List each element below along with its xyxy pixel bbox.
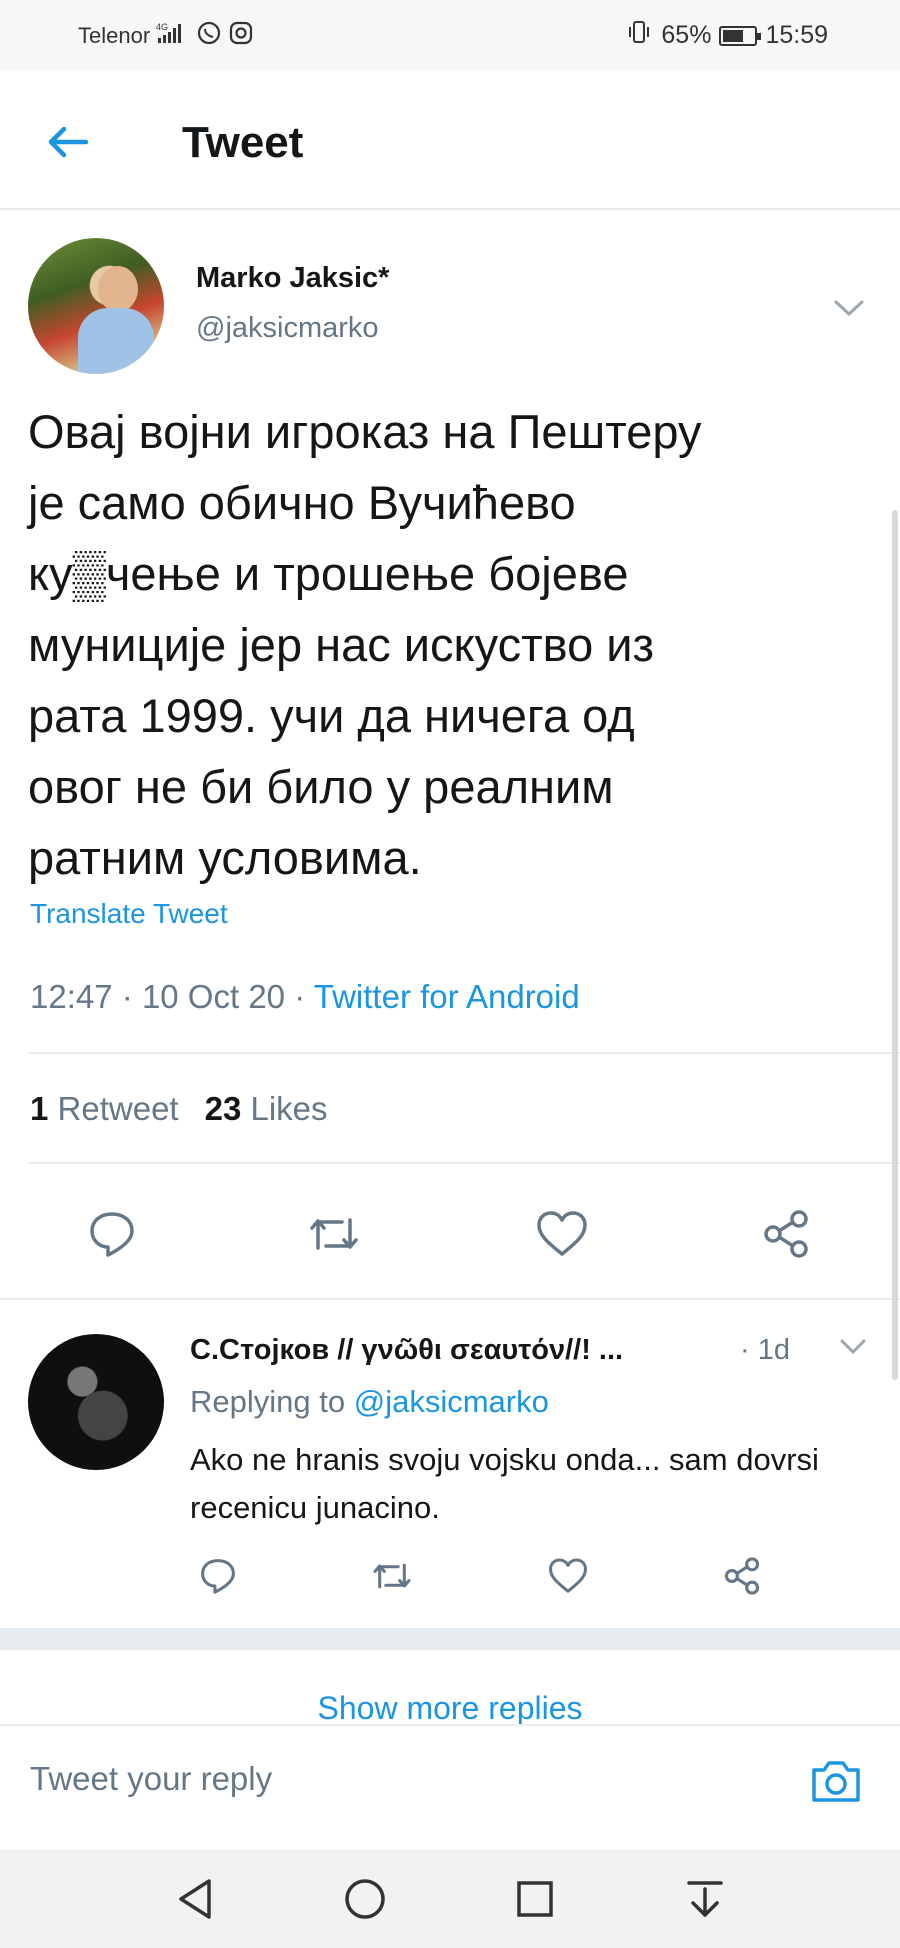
tweet-date: 10 Oct 20 <box>141 978 286 1015</box>
triangle-back-icon <box>179 1879 211 1919</box>
share-icon <box>764 1210 808 1258</box>
retweet-label: Retweet <box>57 1090 179 1127</box>
tweet-line: овог не би било у реалним <box>28 760 614 813</box>
tweet-line: ку▒чење и трошење бојеве <box>28 547 629 600</box>
reply-icon <box>201 1559 235 1594</box>
reply-share-button[interactable] <box>720 1554 764 1598</box>
retweet-count: 1 <box>30 1090 49 1127</box>
replying-prefix: Replying to <box>190 1384 346 1419</box>
reply-author-avatar[interactable] <box>28 1334 164 1470</box>
like-count: 23 <box>204 1090 242 1127</box>
replying-to: Replying to @jaksicmarko <box>190 1384 549 1420</box>
battery-percent: 65% <box>661 21 712 49</box>
heart-icon <box>537 1211 587 1256</box>
reply-author-name[interactable]: С.Стојков // γνῶθι σεαυτόν//! ... <box>190 1334 623 1367</box>
retweet-icon <box>373 1563 411 1589</box>
author-handle[interactable]: @jaksicmarko <box>196 312 379 345</box>
status-left: Telenor 4G <box>78 20 254 52</box>
divider <box>28 1162 900 1164</box>
tweet-text: Овај војни игроказ на Пештеру је само об… <box>28 396 868 893</box>
meta-separator: · <box>294 978 314 1015</box>
arrow-left-icon <box>48 126 89 158</box>
battery-icon <box>719 25 762 46</box>
page-title: Tweet <box>182 118 304 167</box>
meta-separator: · <box>121 978 142 1015</box>
chevron-down-icon <box>840 1339 866 1355</box>
section-separator <box>0 1628 900 1650</box>
system-nav-bar <box>0 1850 900 1948</box>
nav-recents-button[interactable] <box>510 1874 560 1924</box>
back-button[interactable] <box>40 114 96 170</box>
svg-text:4G: 4G <box>156 22 168 32</box>
heart-icon <box>549 1558 587 1593</box>
replying-handle-link[interactable]: @jaksicmarko <box>354 1384 549 1419</box>
retweet-stat[interactable]: 1 Retweet <box>30 1090 179 1128</box>
likes-stat[interactable]: 23 Likes <box>205 1090 328 1128</box>
reply-menu-button[interactable] <box>838 1336 868 1358</box>
tweet-line: Овај војни игроказ на Пештеру <box>28 405 702 458</box>
circle-home-icon <box>345 1879 385 1919</box>
author-avatar[interactable] <box>28 238 164 374</box>
camera-icon <box>812 1761 860 1802</box>
camera-button[interactable] <box>808 1756 864 1806</box>
nav-home-button[interactable] <box>340 1874 390 1924</box>
status-right: 65% 15:59 <box>625 18 828 53</box>
pull-down-icon <box>687 1881 723 1917</box>
tweet-line: је само обично Вучићево <box>28 476 576 529</box>
author-name[interactable]: Marko Jaksic* <box>196 262 389 295</box>
viber-icon <box>196 20 222 52</box>
tweet-stats: 1 Retweet 23 Likes <box>30 1090 328 1128</box>
reply-retweet-button[interactable] <box>370 1554 414 1598</box>
square-recents-icon <box>517 1881 553 1917</box>
reply-composer: Tweet your reply <box>0 1724 900 1850</box>
divider <box>0 1298 900 1300</box>
reply-like-button[interactable] <box>546 1554 590 1598</box>
status-bar: Telenor 4G 65% 15:59 <box>0 0 900 70</box>
show-more-replies-link[interactable]: Show more replies <box>0 1690 900 1727</box>
tweet-line: рата 1999. учи да ничега од <box>28 689 635 742</box>
scrollbar[interactable] <box>892 510 898 1380</box>
tweet-source-link[interactable]: Twitter for Android <box>314 978 580 1015</box>
carrier-label: Telenor <box>78 23 151 48</box>
avatar-face-shape <box>98 266 138 312</box>
instagram-icon <box>228 20 254 52</box>
like-button[interactable] <box>534 1206 590 1262</box>
likes-label: Likes <box>250 1090 328 1127</box>
tweet-menu-button[interactable] <box>832 296 866 320</box>
signal-icon: 4G <box>156 21 190 51</box>
nav-notifications-button[interactable] <box>680 1874 730 1924</box>
reply-time: · 1d <box>740 1334 790 1366</box>
translate-tweet-link[interactable]: Translate Tweet <box>30 898 228 930</box>
tweet-time: 12:47 <box>30 978 113 1015</box>
reply-reply-button[interactable] <box>196 1554 240 1598</box>
share-button[interactable] <box>758 1206 814 1262</box>
reply-icon <box>90 1212 134 1257</box>
reply-button[interactable] <box>84 1206 140 1262</box>
tweet-line: муниције јер нас искуство из <box>28 618 655 671</box>
nav-back-button[interactable] <box>170 1874 220 1924</box>
retweet-button[interactable] <box>306 1206 362 1262</box>
reply-input[interactable]: Tweet your reply <box>30 1760 272 1798</box>
share-icon <box>724 1557 760 1595</box>
tweet-line: ратним условима. <box>28 831 422 884</box>
retweet-icon <box>310 1218 358 1250</box>
divider <box>28 1052 900 1054</box>
vibrate-icon <box>625 18 653 53</box>
avatar-body-shape <box>78 308 154 374</box>
reply-text: Ako ne hranis svoju vojsku onda... sam d… <box>190 1442 819 1525</box>
tweet-meta: 12:47 · 10 Oct 20 · Twitter for Android <box>30 978 580 1016</box>
chevron-down-icon <box>834 300 864 317</box>
top-app-bar: Tweet <box>0 70 900 210</box>
clock: 15:59 <box>765 21 828 49</box>
battery-fill <box>723 29 743 42</box>
